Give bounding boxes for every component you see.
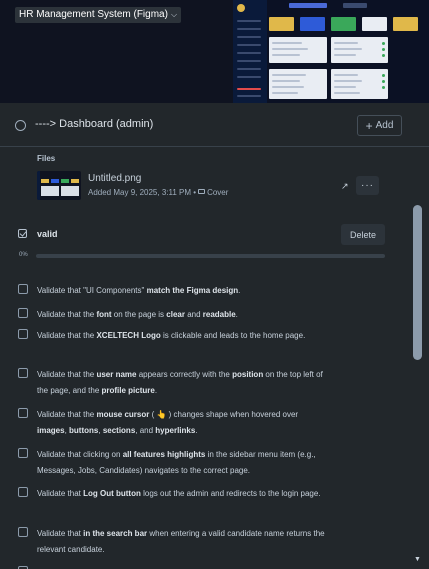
attachment-name[interactable]: Untitled.png [88, 173, 141, 184]
checklist-item-text[interactable]: Validate that the user name appears corr… [37, 367, 327, 399]
delete-checklist-button[interactable]: Delete [341, 224, 385, 245]
attachment-cover-label: Cover [207, 188, 229, 197]
attachment-added-date: Added May 9, 2025, 3:11 PM • [88, 188, 197, 197]
checklist-item-text[interactable]: Validate that "UI Components" match the … [37, 283, 327, 299]
checklist-item-checkbox[interactable] [18, 308, 28, 318]
checklist-item-emphasis: hyperlinks [155, 426, 196, 435]
cover-image-sidebar [233, 0, 267, 103]
checklist-item-segment: and [184, 310, 203, 319]
checklist-item-segment: Validate that "UI Components" [37, 286, 147, 295]
checklist-item-text[interactable]: Validate that the notification badge upd… [37, 565, 327, 569]
checklist-item-text[interactable]: Validate that the XCELTECH Logo is click… [37, 328, 327, 344]
checklist-item-segment: Validate that the [37, 331, 97, 340]
checklist-item-segment: . [195, 426, 198, 435]
attachment-meta: Added May 9, 2025, 3:11 PM • Cover [88, 188, 228, 197]
checklist-item-segment: Validate that the [37, 370, 97, 379]
checklist-item-text[interactable]: Validate that the font on the page is cl… [37, 307, 327, 323]
checklist-item-segment: appears correctly with the [136, 370, 233, 379]
chevron-down-icon: ⌵ [170, 10, 178, 19]
checklist-item-segment: . [238, 286, 241, 295]
checklist-item-checkbox[interactable] [18, 487, 28, 497]
checklist-item-emphasis: mouse cursor [96, 410, 150, 419]
checklist-item-checkbox[interactable] [18, 408, 28, 418]
card-detail-modal: ----> Dashboard (admin) + Add Files Unti… [0, 103, 429, 569]
checklist-item-segment: . [235, 310, 238, 319]
checklist-item-segment: is clickable and leads to the home page. [160, 331, 306, 340]
checklist-item-checkbox[interactable] [18, 368, 28, 378]
checklist-item-segment: Validate that [37, 529, 84, 538]
checklist-item-emphasis: sections [102, 426, 136, 435]
checklist-item-segment: . [154, 386, 158, 395]
files-heading: Files [37, 154, 56, 163]
cover-image [233, 0, 429, 103]
card-cover[interactable]: HR Management System (Figma) ⌵ [0, 0, 429, 103]
board-title-label: HR Management System (Figma) [19, 9, 168, 20]
open-external-icon[interactable]: ↗ [341, 181, 349, 192]
cover-image-main [269, 0, 429, 103]
card-complete-toggle[interactable] [15, 120, 26, 131]
scrollbar[interactable]: ▼ [411, 148, 425, 569]
attachment-more-button[interactable]: ··· [356, 176, 379, 195]
checklist-item-emphasis: readable [202, 310, 236, 319]
checklist-progress-label: 0% [19, 252, 28, 258]
attachment-thumbnail[interactable] [37, 171, 81, 200]
cover-icon [198, 189, 206, 194]
card-title[interactable]: ----> Dashboard (admin) [35, 118, 153, 130]
checklist-title[interactable]: valid [37, 229, 58, 239]
checklist-item-text[interactable]: Validate that in the search bar when ent… [37, 526, 327, 558]
trello-card-modal-page: HR Management System (Figma) ⌵ ----> Das… [0, 0, 429, 569]
checklist-item-emphasis: images [37, 426, 65, 435]
checklist-item-emphasis: clear [166, 310, 185, 319]
checklist-item-emphasis: position [232, 370, 264, 379]
scroll-down-arrow-icon[interactable]: ▼ [414, 556, 421, 563]
checklist-item-emphasis: user name [96, 370, 137, 379]
checklist-item-emphasis: XCELTECH Logo [96, 331, 161, 340]
checklist-item-text[interactable]: Validate that Log Out button logs out th… [37, 486, 327, 502]
checklist-item-emphasis: Log Out button [83, 489, 141, 498]
add-button[interactable]: + Add [357, 115, 402, 136]
scrollbar-thumb[interactable] [413, 205, 422, 360]
checklist-item-segment: on the page is [111, 310, 167, 319]
board-switcher[interactable]: HR Management System (Figma) ⌵ [15, 7, 182, 23]
checklist-item-emphasis: in the search bar [83, 529, 148, 538]
checklist-item-text[interactable]: Validate that clicking on all features h… [37, 447, 327, 479]
checklist-item-segment: logs out the admin and redirects to the … [140, 489, 321, 498]
checklist-item-segment: Validate that the [37, 410, 97, 419]
checklist-item-checkbox[interactable] [18, 284, 28, 294]
checklist-item-emphasis: all features highlights [122, 450, 206, 459]
checklist-item-segment: Validate that the [37, 310, 97, 319]
checklist-item-checkbox[interactable] [18, 448, 28, 458]
checklist-item-checkbox[interactable] [18, 527, 28, 537]
checklist-item-emphasis: buttons [69, 426, 99, 435]
checklist-item-segment: Validate that clicking on [37, 450, 123, 459]
checklist-item-segment: ( 👆 ) changes shape when hovered over [149, 410, 299, 419]
checklist-item-emphasis: profile picture [101, 386, 155, 395]
card-header: ----> Dashboard (admin) + Add [0, 103, 429, 147]
checklist-item-emphasis: match the Figma design [146, 286, 239, 295]
checklist-item-text[interactable]: Validate that the mouse cursor ( 👆 ) cha… [37, 407, 327, 439]
checklist-item-segment: Validate that [37, 489, 84, 498]
checklist-progress-bar [36, 254, 385, 258]
checklist-icon [18, 229, 27, 238]
plus-icon: + [365, 118, 373, 133]
add-button-label: Add [375, 120, 394, 131]
checklist-item-emphasis: font [96, 310, 112, 319]
checklist-item-segment: , and [135, 426, 156, 435]
checklist-item-checkbox[interactable] [18, 329, 28, 339]
